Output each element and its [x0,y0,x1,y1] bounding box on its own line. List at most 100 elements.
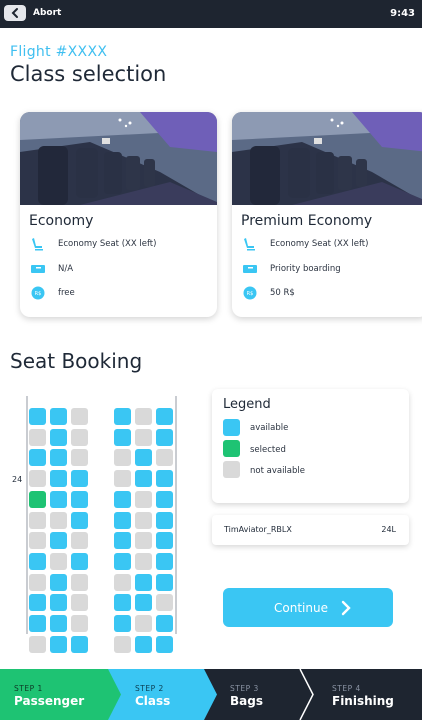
seat-available[interactable] [71,470,88,487]
seat-not-available [29,532,46,549]
seat-available[interactable] [114,429,131,446]
seat-feature-text: Economy Seat (XX left) [58,239,157,249]
seat-available[interactable] [50,636,67,653]
legend-label-available: available [250,423,289,433]
boarding-feature-text: N/A [58,264,74,274]
seat-not-available [71,408,88,425]
seat-icon [32,238,43,251]
passenger-seat: 24L [381,525,396,534]
step-bags[interactable]: STEP 3 Bags [204,669,314,720]
seat-available[interactable] [114,553,131,570]
boarding-feature-text: Priority boarding [270,264,341,274]
seat-available[interactable] [71,553,88,570]
seat-available[interactable] [135,470,152,487]
seat-available[interactable] [135,449,152,466]
legend-title: Legend [223,397,271,412]
seat-available[interactable] [114,532,131,549]
seat-not-available [135,429,152,446]
clock: 9:43 [390,8,415,19]
step-passenger[interactable]: STEP 1 Passenger [0,669,125,720]
continue-label: Continue [274,601,328,615]
seat-available[interactable] [156,512,173,529]
seat-not-available [114,636,131,653]
coin-icon: R$ [31,286,45,300]
seat-available[interactable] [50,449,67,466]
step-number: STEP 4 [332,684,361,693]
seat-available[interactable] [29,408,46,425]
seat-not-available [135,553,152,570]
seat-available[interactable] [50,408,67,425]
step-finishing[interactable]: STEP 4 Finishing [300,669,422,720]
seat-available[interactable] [156,532,173,549]
step-number: STEP 2 [135,684,164,693]
boarding-feature: Priority boarding [243,262,422,278]
seat-available[interactable] [156,491,173,508]
price-feature-text: free [58,288,75,298]
class-card-economy[interactable]: Economy Economy Seat (XX left) N/A R$ fr… [20,112,217,317]
step-number: STEP 1 [14,684,43,693]
legend-card: Legend available selected not available [212,389,409,503]
seat-available[interactable] [50,429,67,446]
seat-not-available [29,429,46,446]
class-name: Economy [29,213,94,229]
step-class[interactable]: STEP 2 Class [108,669,218,720]
seat-available[interactable] [50,574,67,591]
cabin-image [20,112,217,205]
seat-available[interactable] [156,408,173,425]
seat-available[interactable] [29,615,46,632]
abort-label[interactable]: Abort [33,8,61,18]
passenger-seat-card[interactable]: TimAviator_RBLX 24L [212,515,409,545]
seat-not-available [71,574,88,591]
seat-available[interactable] [135,574,152,591]
seat-available[interactable] [156,615,173,632]
seat-available[interactable] [71,491,88,508]
seat-available[interactable] [114,615,131,632]
price-feature-text: 50 R$ [270,288,295,298]
seat-available[interactable] [29,594,46,611]
seat-available[interactable] [114,594,131,611]
seat-not-available [29,470,46,487]
back-button[interactable] [4,5,26,21]
seat-not-available [135,532,152,549]
seat-available[interactable] [156,429,173,446]
seat-not-available [71,429,88,446]
seat-available[interactable] [114,408,131,425]
seat-available[interactable] [156,574,173,591]
seat-not-available [71,532,88,549]
seat-available[interactable] [156,553,173,570]
seat-available[interactable] [29,553,46,570]
cabin-wall-right [175,396,177,634]
price-feature: R$ 50 R$ [243,286,422,302]
ticket-icon [31,265,45,273]
seat-not-available [29,574,46,591]
seat-available[interactable] [156,470,173,487]
seat-available[interactable] [114,491,131,508]
passenger-name: TimAviator_RBLX [224,525,292,534]
step-number: STEP 3 [230,684,259,693]
boarding-feature: N/A [31,262,216,278]
continue-button[interactable]: Continue [223,588,393,627]
seat-icon [244,238,255,251]
flight-number: Flight #XXXX [10,44,108,60]
seat-available[interactable] [135,594,152,611]
seat-available[interactable] [156,636,173,653]
seat-available[interactable] [135,636,152,653]
seat-available[interactable] [50,470,67,487]
seat-available[interactable] [50,491,67,508]
seat-available[interactable] [50,594,67,611]
seat-selected[interactable] [29,491,46,508]
step-name: Passenger [14,694,85,708]
seat-available[interactable] [71,636,88,653]
seat-available[interactable] [29,449,46,466]
svg-text:R$: R$ [247,291,254,297]
seat-available[interactable] [114,512,131,529]
progress-stepper: STEP 1 Passenger STEP 2 Class STEP 3 Bag… [0,669,422,720]
seat-available[interactable] [50,532,67,549]
seat-not-available [29,512,46,529]
seat-not-available [71,449,88,466]
class-card-premium-economy[interactable]: Premium Economy Economy Seat (XX left) P… [232,112,422,317]
seat-booking-title: Seat Booking [10,349,143,373]
seat-available[interactable] [50,615,67,632]
seat-available[interactable] [71,512,88,529]
chevron-left-icon [11,8,18,18]
